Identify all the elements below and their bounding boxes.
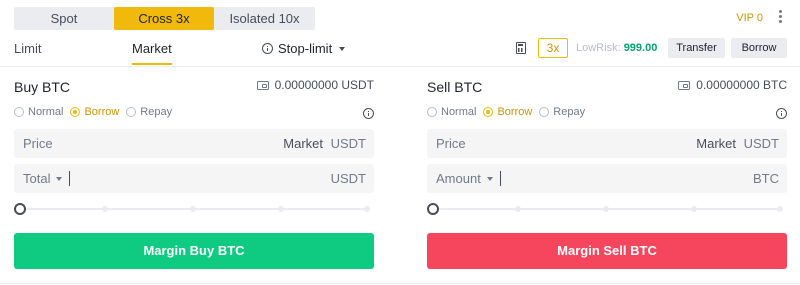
divider (0, 283, 800, 284)
tab-spot[interactable]: Spot (14, 7, 114, 30)
slider-mark[interactable] (691, 206, 697, 212)
slider-mark[interactable] (102, 206, 108, 212)
margin-sell-button[interactable]: Margin Sell BTC (427, 233, 787, 269)
sell-price-value: Market (696, 136, 736, 151)
buy-balance-value: 0.00000000 USDT (274, 78, 374, 92)
slider-handle[interactable] (427, 203, 439, 215)
sell-mode-normal-label: Normal (441, 106, 477, 118)
buy-total-select[interactable]: Total (23, 171, 63, 186)
info-icon[interactable] (776, 108, 787, 119)
sell-balance: 0.00000000 BTC (678, 78, 787, 92)
buy-percent-slider[interactable] (14, 202, 374, 216)
sell-price-field[interactable]: Price Market USDT (427, 129, 787, 158)
sell-percent-slider[interactable] (427, 202, 787, 216)
more-vertical-icon[interactable] (777, 10, 783, 26)
buy-panel: Buy BTC 0.00000000 USDT Normal Borrow Re… (14, 67, 374, 277)
margin-mode-tabs: Spot Cross 3x Isolated 10x (14, 7, 315, 30)
calculator-icon[interactable] (516, 42, 526, 54)
buy-mode-normal-label: Normal (28, 106, 64, 118)
buy-mode-options: Normal Borrow Repay (14, 106, 172, 118)
order-type-stop-limit[interactable]: Stop-limit (262, 41, 346, 56)
buy-balance: 0.00000000 USDT (256, 78, 374, 92)
info-icon[interactable] (262, 43, 273, 54)
buy-mode-normal[interactable]: Normal (14, 106, 63, 118)
wallet-icon[interactable] (678, 80, 691, 90)
buy-mode-borrow-label: Borrow (84, 106, 120, 118)
slider-mark[interactable] (278, 206, 284, 212)
slider-handle[interactable] (14, 203, 26, 215)
active-tab-underline (132, 63, 172, 65)
text-cursor (500, 171, 501, 186)
sell-amount-select[interactable]: Amount (436, 171, 493, 186)
order-type-limit[interactable]: Limit (14, 41, 41, 56)
sell-mode-borrow-label: Borrow (497, 106, 533, 118)
sell-mode-repay-label: Repay (553, 106, 586, 118)
sell-panel: Sell BTC 0.00000000 BTC Normal Borrow Re… (427, 67, 787, 277)
radio-checked-icon (70, 107, 81, 117)
buy-mode-repay-label: Repay (140, 106, 173, 118)
caret-down-icon (339, 46, 346, 51)
buy-title: Buy BTC (14, 79, 71, 95)
buy-price-label: Price (23, 136, 53, 151)
buy-price-unit: USDT (330, 136, 366, 151)
radio-icon (126, 107, 137, 117)
transfer-button[interactable]: Transfer (668, 38, 725, 58)
tab-cross-3x[interactable]: Cross 3x (114, 7, 214, 30)
risk-label: LowRisk: (576, 42, 621, 54)
caret-down-icon (56, 176, 63, 181)
order-type-market-label: Market (132, 41, 172, 56)
slider-mark[interactable] (515, 206, 521, 212)
tab-isolated-10x[interactable]: Isolated 10x (214, 7, 315, 30)
sell-mode-normal[interactable]: Normal (427, 106, 476, 118)
sell-mode-borrow[interactable]: Borrow (483, 106, 532, 118)
sell-amount-field[interactable]: Amount BTC (427, 164, 787, 193)
radio-checked-icon (483, 107, 494, 117)
sell-title: Sell BTC (427, 79, 483, 95)
leverage-badge[interactable]: 3x (538, 38, 568, 58)
text-cursor (69, 171, 70, 186)
buy-mode-borrow[interactable]: Borrow (70, 106, 119, 118)
margin-buy-button[interactable]: Margin Buy BTC (14, 233, 374, 269)
sell-price-label: Price (436, 136, 466, 151)
radio-icon (427, 107, 437, 117)
sell-price-unit: USDT (743, 136, 779, 151)
radio-icon (14, 107, 24, 117)
buy-price-field[interactable]: Price Market USDT (14, 129, 374, 158)
info-icon[interactable] (363, 108, 374, 119)
buy-mode-repay[interactable]: Repay (126, 106, 172, 118)
sell-amount-unit: BTC (753, 171, 779, 186)
order-type-market[interactable]: Market (132, 41, 172, 65)
radio-icon (539, 107, 550, 117)
risk-value: 999.00 (623, 42, 658, 54)
order-type-stop-limit-label: Stop-limit (278, 41, 333, 56)
vip-level[interactable]: VIP 0 (736, 12, 763, 24)
sell-mode-options: Normal Borrow Repay (427, 106, 585, 118)
wallet-icon[interactable] (256, 80, 269, 90)
caret-down-icon (486, 176, 493, 181)
sell-mode-repay[interactable]: Repay (539, 106, 585, 118)
buy-price-value: Market (283, 136, 323, 151)
buy-total-field[interactable]: Total USDT (14, 164, 374, 193)
slider-mark[interactable] (777, 206, 783, 212)
slider-mark[interactable] (603, 206, 609, 212)
sell-balance-value: 0.00000000 BTC (696, 78, 787, 92)
slider-mark[interactable] (364, 206, 370, 212)
slider-mark[interactable] (190, 206, 196, 212)
risk-level: LowRisk: 999.00 (576, 42, 657, 54)
buy-total-label: Total (23, 171, 51, 186)
borrow-button[interactable]: Borrow (731, 38, 787, 58)
sell-amount-label: Amount (436, 171, 481, 186)
buy-total-unit: USDT (330, 171, 366, 186)
